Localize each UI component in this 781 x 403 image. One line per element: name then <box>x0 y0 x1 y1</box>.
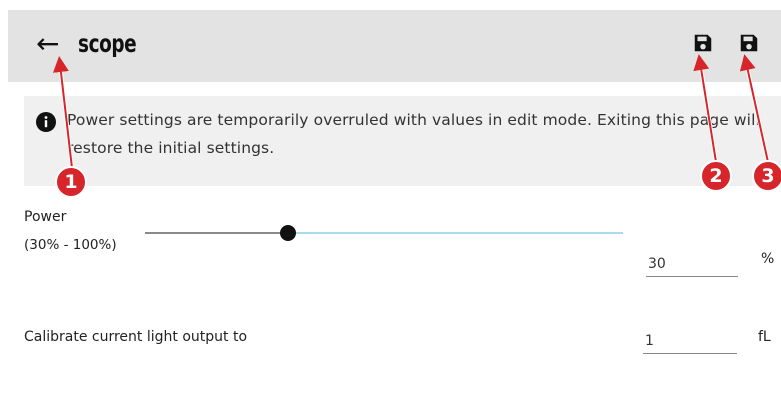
power-label: Power <box>24 209 67 225</box>
info-banner: Power settings are temporarily overruled… <box>24 96 781 186</box>
calibrate-label: Calibrate current light output to <box>24 329 248 345</box>
page-title: scope <box>78 29 137 58</box>
info-message: Power settings are temporarily overruled… <box>67 111 760 157</box>
power-slider-track[interactable] <box>289 232 623 234</box>
power-unit: % <box>761 251 775 267</box>
callout-badge-1: 1 <box>55 166 87 198</box>
callout-badge-2: 2 <box>700 160 732 192</box>
power-slider-track-filled[interactable] <box>145 232 289 234</box>
calibrate-value-input[interactable] <box>643 329 737 354</box>
info-icon <box>36 112 56 132</box>
calibrate-unit: fL <box>758 329 771 345</box>
back-button[interactable]: ← <box>36 30 59 58</box>
top-strip <box>0 0 781 10</box>
callout-badge-3: 3 <box>752 160 781 192</box>
power-range-label: (30% - 100%) <box>24 237 117 253</box>
save-icon[interactable] <box>692 32 714 54</box>
power-value-input[interactable] <box>646 252 738 277</box>
header-bar: ← scope <box>8 10 781 82</box>
save-icon[interactable] <box>738 32 760 54</box>
power-slider-thumb[interactable] <box>280 225 296 241</box>
